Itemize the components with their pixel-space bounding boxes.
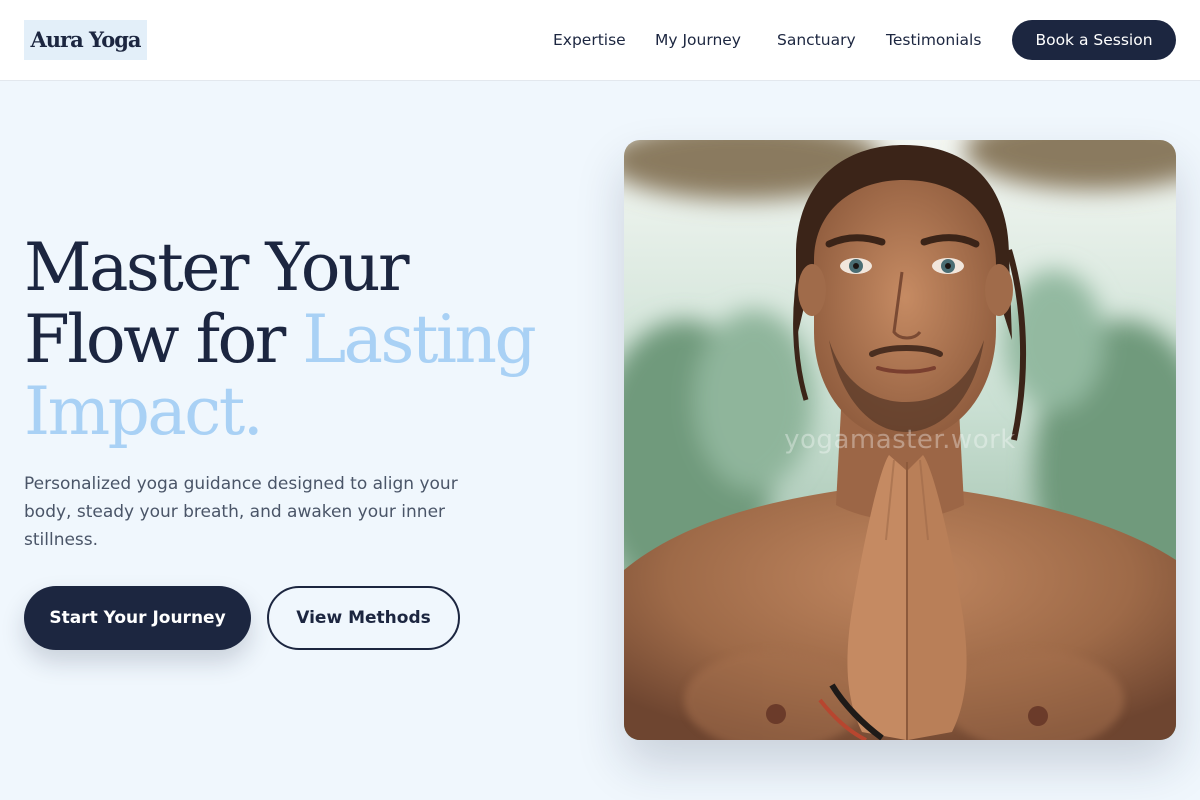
hero-title-plain: Flow for — [24, 301, 303, 378]
start-journey-button[interactable]: Start Your Journey — [24, 586, 251, 650]
view-methods-button[interactable]: View Methods — [267, 586, 460, 650]
hero-title-accent-impact: Impact. — [24, 373, 264, 450]
nav-link-expertise[interactable]: Expertise — [553, 28, 626, 52]
hero-title-accent-lasting: Lasting — [302, 301, 536, 378]
book-session-button[interactable]: Book a Session — [1012, 20, 1176, 60]
image-watermark: yogamaster.work — [784, 425, 1016, 455]
hero-description: Personalized yoga guidance designed to a… — [24, 474, 458, 550]
nav-link-testimonials[interactable]: Testimonials — [886, 28, 981, 52]
nav-link-my-journey[interactable]: My Journey — [655, 28, 741, 52]
hero-title-line-2: Flow for Lasting — [24, 304, 604, 376]
hero-title: Master Your Flow for Lasting Impact. — [24, 232, 604, 448]
hero-portrait-image: yogamaster.work — [624, 140, 1176, 740]
brand-logo[interactable]: Aura Yoga — [24, 20, 147, 60]
hero-title-line-1: Master Your — [24, 229, 410, 306]
nav-link-sanctuary[interactable]: Sanctuary — [777, 28, 856, 52]
site-header: Aura Yoga Expertise My Journey Sanctuary… — [0, 0, 1200, 81]
